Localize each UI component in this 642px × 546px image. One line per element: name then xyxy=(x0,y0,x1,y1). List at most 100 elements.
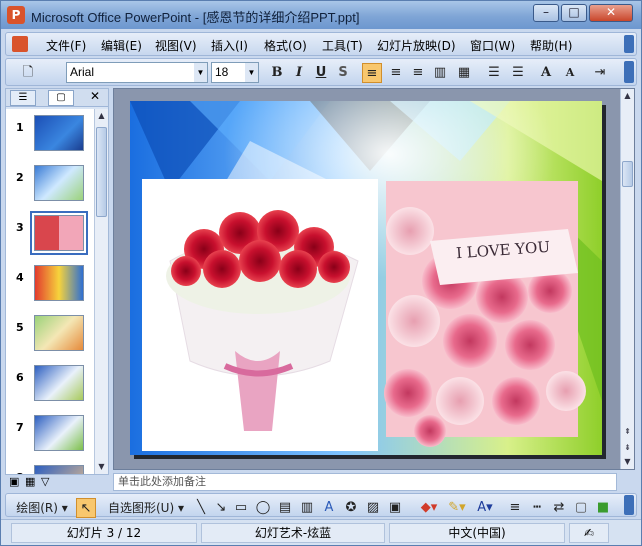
menu-window[interactable]: 窗口(W) xyxy=(470,37,515,54)
bulleted-list-icon[interactable]: ☰ xyxy=(508,63,528,83)
dash-style-icon[interactable]: ┅ xyxy=(528,498,546,518)
spelling-check-icon[interactable]: ✍ xyxy=(569,523,609,543)
toolbar-options-icon[interactable] xyxy=(624,61,634,83)
3d-style-icon[interactable]: ■ xyxy=(594,498,612,518)
slide-number: 6 xyxy=(16,371,24,384)
notes-pane[interactable]: 单击此处添加备注 xyxy=(113,473,617,491)
next-slide-icon[interactable]: ⇟ xyxy=(621,441,634,455)
line-color-icon[interactable]: ✎▾ xyxy=(446,498,468,518)
draw-menu[interactable]: 绘图(R) ▾ xyxy=(12,498,72,518)
previous-slide-icon[interactable]: ⇞ xyxy=(621,425,634,439)
menu-help[interactable]: 帮助(H) xyxy=(530,37,572,54)
wordart-icon[interactable]: A xyxy=(320,498,338,518)
slideshow-view-icon[interactable]: ▽ xyxy=(41,475,49,488)
tab-slides[interactable]: ▢ xyxy=(48,90,74,106)
italic-button[interactable]: I xyxy=(290,63,308,83)
indent-icon[interactable]: ⇥ xyxy=(590,63,610,83)
font-color-icon[interactable]: A▾ xyxy=(474,498,496,518)
powerpoint-icon[interactable]: P xyxy=(7,6,25,24)
rectangle-icon[interactable]: ▭ xyxy=(232,498,250,518)
scroll-down-icon[interactable]: ▼ xyxy=(621,455,634,469)
thumbnail-row[interactable]: 7 xyxy=(6,413,94,457)
menu-tools[interactable]: 工具(T) xyxy=(322,37,363,54)
scroll-up-icon[interactable]: ▲ xyxy=(95,109,108,123)
decrease-font-button[interactable]: A xyxy=(560,63,580,83)
drawing-toolbar: 绘图(R) ▾ ↖ 自选图形(U) ▾ ╲ ↘ ▭ ◯ ▤ ▥ A ✪ ▨ ▣ … xyxy=(5,493,637,518)
vertical-textbox-icon[interactable]: ▥ xyxy=(298,498,316,518)
thumbnails-scrollbar[interactable]: ▲ ▼ xyxy=(94,109,108,474)
line-icon[interactable]: ╲ xyxy=(192,498,210,518)
thumbnail-row[interactable]: 6 xyxy=(6,363,94,407)
slide-thumbnail-4[interactable] xyxy=(34,265,84,301)
slide-number: 8 xyxy=(16,471,24,474)
menu-edit[interactable]: 编辑(E) xyxy=(101,37,142,54)
normal-view-icon[interactable]: ▣ xyxy=(9,475,19,488)
thumbnail-row[interactable]: 2 xyxy=(6,163,94,207)
scroll-down-icon[interactable]: ▼ xyxy=(95,460,108,474)
textbox-icon[interactable]: ▤ xyxy=(276,498,294,518)
menu-options-icon[interactable] xyxy=(624,35,634,53)
maximize-button[interactable]: □ xyxy=(561,4,587,22)
menu-insert[interactable]: 插入(I) xyxy=(211,37,248,54)
autoshapes-menu[interactable]: 自选图形(U) ▾ xyxy=(104,498,188,518)
diagram-icon[interactable]: ✪ xyxy=(342,498,360,518)
new-document-icon[interactable]: 🗋 xyxy=(20,63,36,83)
menu-file[interactable]: 文件(F) xyxy=(46,37,86,54)
font-size-combo[interactable]: 18 ▼ xyxy=(211,62,259,83)
clipart-icon[interactable]: ▨ xyxy=(364,498,382,518)
slide-thumbnails: 1 2 3 4 5 6 7 xyxy=(6,109,94,474)
sorter-view-icon[interactable]: ▦ xyxy=(25,475,35,488)
select-pointer-icon[interactable]: ↖ xyxy=(76,498,96,518)
scroll-up-icon[interactable]: ▲ xyxy=(621,89,634,103)
underline-button[interactable]: U xyxy=(312,63,330,83)
bold-button[interactable]: B xyxy=(268,63,286,83)
slide-thumbnail-1[interactable] xyxy=(34,115,84,151)
increase-font-button[interactable]: A xyxy=(536,63,556,83)
slide-thumbnail-5[interactable] xyxy=(34,315,84,351)
editor-scrollbar[interactable]: ▲ ⇞ ⇟ ▼ xyxy=(620,89,634,469)
slide-background xyxy=(130,101,602,455)
picture-icon[interactable]: ▣ xyxy=(386,498,404,518)
slides-pane: ☰ ▢ ✕ 1 2 3 4 5 6 7 ▲ ▼ xyxy=(5,88,109,475)
font-name-combo[interactable]: Arial ▼ xyxy=(66,62,208,83)
thumbnail-row[interactable]: 3 xyxy=(6,211,94,257)
chevron-down-icon[interactable]: ▼ xyxy=(245,63,258,82)
slide-thumbnail-2[interactable] xyxy=(34,165,84,201)
menu-slideshow[interactable]: 幻灯片放映(D) xyxy=(377,37,456,54)
fill-color-icon[interactable]: ◆▾ xyxy=(418,498,440,518)
thumbnail-row[interactable]: 1 xyxy=(6,113,94,157)
shadow-button[interactable]: S xyxy=(334,63,352,83)
close-button[interactable]: ✕ xyxy=(589,4,633,22)
scroll-thumb[interactable] xyxy=(96,127,107,217)
columns-icon[interactable]: ▦ xyxy=(454,63,474,83)
align-right-button[interactable]: ≡ xyxy=(408,63,428,83)
slide-thumbnail-7[interactable] xyxy=(34,415,84,451)
shadow-style-icon[interactable]: ▢ xyxy=(572,498,590,518)
distribute-icon[interactable]: ▥ xyxy=(430,63,450,83)
align-center-button[interactable]: ≡ xyxy=(386,63,406,83)
drawbar-options-icon[interactable] xyxy=(624,495,634,515)
thumbnail-row[interactable]: 5 xyxy=(6,313,94,357)
current-slide[interactable]: I LOVE YOU xyxy=(130,101,602,455)
slide-thumbnail-3[interactable] xyxy=(34,215,84,251)
numbered-list-icon[interactable]: ☰ xyxy=(484,63,504,83)
slide-thumbnail-8[interactable] xyxy=(34,465,84,474)
scroll-thumb[interactable] xyxy=(622,161,633,187)
line-style-icon[interactable]: ≡ xyxy=(506,498,524,518)
chevron-down-icon[interactable]: ▼ xyxy=(194,63,207,82)
slide-thumbnail-6[interactable] xyxy=(34,365,84,401)
align-left-button[interactable]: ≡ xyxy=(362,63,382,83)
arrow-style-icon[interactable]: ⇄ xyxy=(550,498,568,518)
thumbnail-row[interactable]: 8 xyxy=(6,463,94,474)
menu-view[interactable]: 视图(V) xyxy=(155,37,197,54)
tab-outline[interactable]: ☰ xyxy=(10,90,36,106)
thumbnail-row[interactable]: 4 xyxy=(6,263,94,307)
menu-format[interactable]: 格式(O) xyxy=(264,37,307,54)
title-bar[interactable]: P Microsoft Office PowerPoint - [感恩节的详细介… xyxy=(1,1,641,29)
minimize-button[interactable]: – xyxy=(533,4,559,22)
language-indicator: 中文(中国) xyxy=(389,523,565,543)
oval-icon[interactable]: ◯ xyxy=(254,498,272,518)
document-icon[interactable] xyxy=(12,36,28,52)
close-pane-icon[interactable]: ✕ xyxy=(90,89,100,103)
arrow-icon[interactable]: ↘ xyxy=(212,498,230,518)
